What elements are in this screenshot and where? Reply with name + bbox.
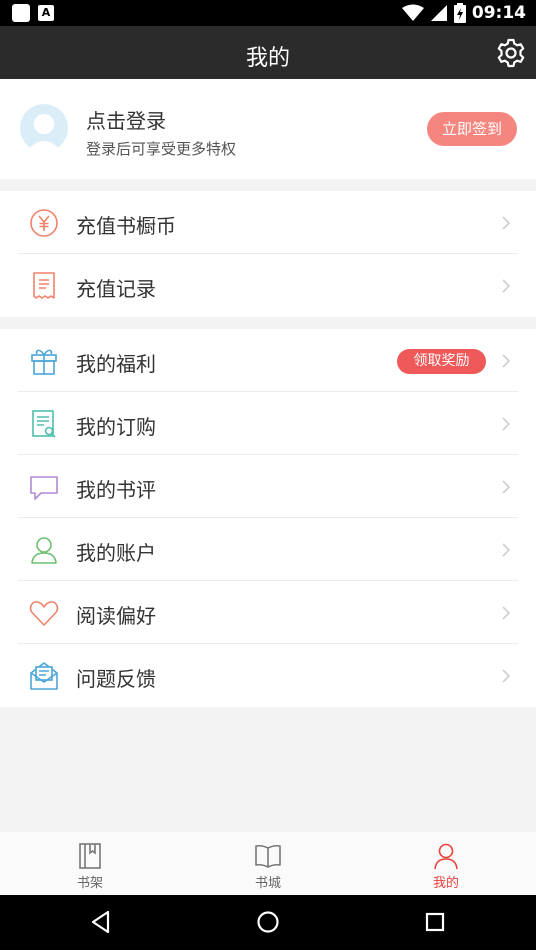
clock: 09:14 xyxy=(471,3,526,23)
chevron-right-icon xyxy=(502,543,511,557)
avatar[interactable] xyxy=(20,104,68,152)
signal-icon xyxy=(430,5,447,21)
menu-group-recharge: 充值书橱币 充值记录 xyxy=(0,191,536,317)
menu-item-benefits[interactable]: 我的福利 领取奖励 xyxy=(0,329,536,392)
menu-item-recharge-history[interactable]: 充值记录 xyxy=(0,254,536,317)
gear-icon[interactable] xyxy=(496,38,526,68)
menu-item-account[interactable]: 我的账户 xyxy=(0,518,536,581)
chevron-right-icon xyxy=(502,606,511,620)
menu-item-label: 问题反馈 xyxy=(76,667,156,691)
default-avatar-icon xyxy=(26,114,62,152)
title-bar: 我的 xyxy=(0,26,536,79)
status-icons: 09:14 xyxy=(401,2,526,24)
recents-icon[interactable] xyxy=(420,907,450,937)
page-title: 我的 xyxy=(245,46,290,71)
back-icon[interactable] xyxy=(86,907,116,937)
menu-item-label: 充值记录 xyxy=(76,277,156,301)
menu-group-account: 我的福利 领取奖励 我的订购 我的书评 我的账户 阅读偏好 问题反馈 xyxy=(0,329,536,707)
menu-item-orders[interactable]: 我的订购 xyxy=(0,392,536,455)
login-subtitle: 登录后可享受更多特权 xyxy=(86,140,237,158)
chevron-right-icon xyxy=(502,216,511,230)
menu-item-label: 我的订购 xyxy=(76,415,156,439)
menu-item-label: 阅读偏好 xyxy=(76,604,156,628)
tab-bookstore[interactable]: 书城 xyxy=(208,832,328,895)
tab-label: 书城 xyxy=(254,876,281,891)
tab-label: 我的 xyxy=(432,876,459,891)
mail-icon xyxy=(30,662,58,690)
notification-icon xyxy=(12,4,30,22)
open-book-icon xyxy=(255,844,281,868)
user-icon xyxy=(31,537,57,564)
wifi-icon xyxy=(401,4,424,21)
status-bar: A 09:14 xyxy=(0,0,536,26)
tab-mine[interactable]: 我的 xyxy=(386,832,506,895)
menu-item-label: 我的福利 xyxy=(76,352,156,376)
heart-icon xyxy=(29,601,59,626)
home-icon[interactable] xyxy=(253,907,283,937)
tab-label: 书架 xyxy=(76,876,103,891)
order-list-icon xyxy=(32,410,56,438)
tab-bookshelf[interactable]: 书架 xyxy=(30,832,150,895)
menu-item-reading-preference[interactable]: 阅读偏好 xyxy=(0,581,536,644)
menu-item-label: 我的账户 xyxy=(76,541,156,565)
chevron-right-icon xyxy=(502,354,511,368)
claim-reward-badge[interactable]: 领取奖励 xyxy=(397,349,486,374)
yen-icon xyxy=(30,209,58,237)
menu-item-label: 充值书橱币 xyxy=(76,214,176,238)
chevron-right-icon xyxy=(502,480,511,494)
menu-item-feedback[interactable]: 问题反馈 xyxy=(0,644,536,707)
comment-icon xyxy=(30,476,58,500)
system-nav-bar xyxy=(0,895,536,950)
login-prompt[interactable]: 点击登录 xyxy=(86,105,166,134)
bottom-tab-bar: 书架 书城 我的 xyxy=(0,832,536,895)
menu-item-reviews[interactable]: 我的书评 xyxy=(0,455,536,518)
chevron-right-icon xyxy=(502,279,511,293)
signin-button[interactable]: 立即签到 xyxy=(427,112,517,146)
user-icon xyxy=(434,843,458,870)
gift-icon xyxy=(31,349,57,375)
profile-card[interactable]: 点击登录 登录后可享受更多特权 立即签到 xyxy=(0,79,536,179)
bookshelf-icon xyxy=(79,843,101,869)
chevron-right-icon xyxy=(502,417,511,431)
menu-item-label: 我的书评 xyxy=(76,478,156,502)
notification-letter-icon: A xyxy=(38,5,54,21)
receipt-icon xyxy=(33,272,55,299)
menu-item-recharge-coins[interactable]: 充值书橱币 xyxy=(0,191,536,254)
chevron-right-icon xyxy=(502,669,511,683)
battery-icon xyxy=(453,3,466,23)
